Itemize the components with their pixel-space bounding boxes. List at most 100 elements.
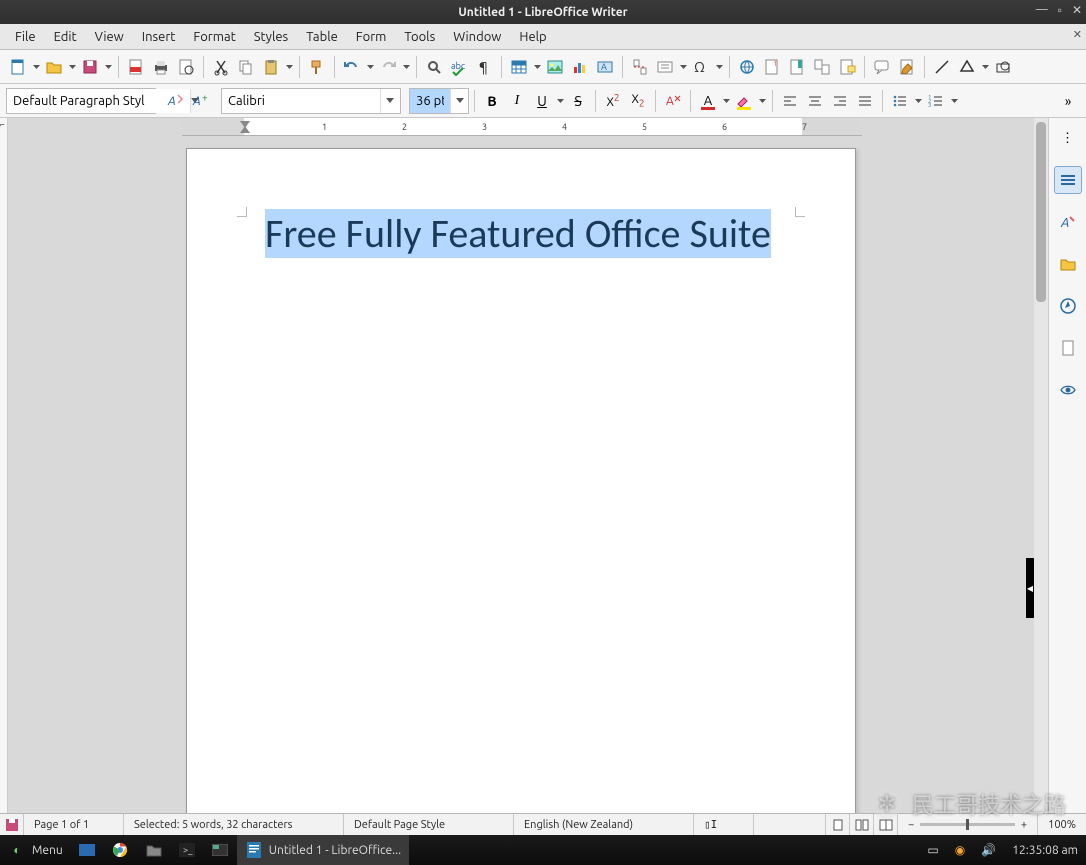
print-button[interactable] xyxy=(149,55,173,79)
underline-button[interactable]: U xyxy=(530,89,554,113)
cut-button[interactable] xyxy=(209,55,233,79)
menu-insert[interactable]: Insert xyxy=(133,27,185,47)
window-close-button[interactable]: ✕ xyxy=(1072,3,1082,17)
menu-view[interactable]: View xyxy=(86,27,133,47)
sidebar-inspector-icon[interactable] xyxy=(1054,376,1082,404)
superscript-button[interactable]: X2 xyxy=(601,89,625,113)
status-page[interactable]: Page 1 of 1 xyxy=(24,814,124,835)
status-view-book-icon[interactable] xyxy=(874,814,898,835)
menu-format[interactable]: Format xyxy=(184,27,244,47)
undo-dropdown[interactable] xyxy=(365,55,375,79)
status-page-style[interactable]: Default Page Style xyxy=(344,814,514,835)
files-button[interactable] xyxy=(137,835,171,865)
footnote-button[interactable]: 1 xyxy=(760,55,784,79)
draw-functions-button[interactable] xyxy=(991,55,1015,79)
highlight-dropdown[interactable] xyxy=(757,89,767,113)
line-tool-button[interactable] xyxy=(930,55,954,79)
underline-dropdown[interactable] xyxy=(555,89,565,113)
menu-tools[interactable]: Tools xyxy=(395,27,444,47)
status-insert-mode[interactable]: ▯I xyxy=(694,814,754,835)
new-button[interactable] xyxy=(6,55,30,79)
status-save-icon[interactable] xyxy=(0,814,24,835)
sidebar-collapse-handle[interactable]: ◀ xyxy=(1026,558,1034,618)
window-minimize-button[interactable]: — xyxy=(1036,3,1048,17)
clear-formatting-button[interactable]: A xyxy=(661,89,685,113)
paragraph-style-combo[interactable] xyxy=(6,88,156,114)
page-break-button[interactable] xyxy=(628,55,652,79)
strikethrough-button[interactable]: S xyxy=(566,89,590,113)
zoom-slider[interactable]: − + xyxy=(898,814,1038,835)
font-name-combo[interactable] xyxy=(221,88,401,114)
bold-button[interactable]: B xyxy=(480,89,504,113)
sidebar-gallery-icon[interactable] xyxy=(1054,250,1082,278)
new-dropdown[interactable] xyxy=(31,55,41,79)
menu-help[interactable]: Help xyxy=(510,27,555,47)
bullet-list-dropdown[interactable] xyxy=(913,89,923,113)
menu-table[interactable]: Table xyxy=(297,27,347,47)
font-size-dropdown[interactable] xyxy=(450,89,468,113)
paragraph-style-input[interactable] xyxy=(7,89,190,113)
numbered-list-dropdown[interactable] xyxy=(949,89,959,113)
formatting-marks-button[interactable]: ¶ xyxy=(472,55,496,79)
save-dropdown[interactable] xyxy=(103,55,113,79)
terminal-button[interactable]: >_ xyxy=(171,835,203,865)
font-color-dropdown[interactable] xyxy=(721,89,731,113)
zoom-value[interactable]: 100% xyxy=(1038,814,1086,835)
redo-dropdown[interactable] xyxy=(401,55,411,79)
menu-file[interactable]: File xyxy=(6,27,45,47)
document-scroll-area[interactable]: Free Fully Featured Office Suite xyxy=(8,136,1034,813)
font-size-combo[interactable] xyxy=(409,88,469,114)
insert-image-button[interactable] xyxy=(543,55,567,79)
paste-dropdown[interactable] xyxy=(284,55,294,79)
export-pdf-button[interactable] xyxy=(124,55,148,79)
redo-button[interactable] xyxy=(376,55,400,79)
align-right-button[interactable] xyxy=(828,89,852,113)
status-view-multi-icon[interactable] xyxy=(850,814,874,835)
window-maximize-button[interactable]: ▫ xyxy=(1058,3,1062,17)
tray-clock[interactable]: 12:35:08 am xyxy=(1004,835,1086,865)
clone-formatting-button[interactable] xyxy=(305,55,329,79)
print-preview-button[interactable] xyxy=(174,55,198,79)
align-justify-button[interactable] xyxy=(853,89,877,113)
sidebar-settings-icon[interactable]: ⋮ xyxy=(1054,124,1082,152)
insert-textbox-button[interactable]: A xyxy=(593,55,617,79)
chrome-button[interactable] xyxy=(103,835,137,865)
track-changes-comment-button[interactable] xyxy=(870,55,894,79)
workspace-switcher[interactable] xyxy=(203,835,237,865)
bullet-list-button[interactable] xyxy=(888,89,912,113)
taskbar-active-window[interactable]: Untitled 1 - LibreOffice... xyxy=(237,835,409,865)
insert-chart-button[interactable] xyxy=(568,55,592,79)
page[interactable]: Free Fully Featured Office Suite xyxy=(186,148,856,813)
status-selection-mode[interactable] xyxy=(754,814,826,835)
sidebar-navigator-icon[interactable] xyxy=(1054,292,1082,320)
hyperlink-button[interactable] xyxy=(735,55,759,79)
sidebar-styles-icon[interactable]: A xyxy=(1054,208,1082,236)
document-close-button[interactable]: ✕ xyxy=(1073,28,1082,41)
sidebar-page-icon[interactable] xyxy=(1054,334,1082,362)
bookmark-button[interactable] xyxy=(785,55,809,79)
paste-button[interactable] xyxy=(259,55,283,79)
tray-display-icon[interactable]: ▭ xyxy=(919,835,946,865)
vertical-scrollbar[interactable] xyxy=(1034,118,1048,813)
italic-button[interactable]: I xyxy=(505,89,529,113)
highlight-button[interactable] xyxy=(732,89,756,113)
insert-table-dropdown[interactable] xyxy=(532,55,542,79)
toolbar-overflow-button[interactable]: » xyxy=(1056,89,1080,113)
cross-reference-button[interactable] xyxy=(810,55,834,79)
font-name-input[interactable] xyxy=(222,89,380,113)
save-button[interactable] xyxy=(78,55,102,79)
tray-updates-icon[interactable]: ◉ xyxy=(947,835,973,865)
font-size-input[interactable] xyxy=(410,89,450,113)
horizontal-ruler[interactable]: 1 2 3 4 5 6 7 xyxy=(182,118,862,136)
start-menu-button[interactable]: ◐ Menu xyxy=(0,835,71,865)
find-replace-button[interactable] xyxy=(422,55,446,79)
insert-special-char-dropdown[interactable] xyxy=(714,55,724,79)
menu-window[interactable]: Window xyxy=(444,27,510,47)
insert-special-char-button[interactable]: Ω xyxy=(689,55,713,79)
spellcheck-button[interactable]: abc xyxy=(447,55,471,79)
new-style-button[interactable]: A+ xyxy=(189,89,213,113)
insert-field-dropdown[interactable] xyxy=(678,55,688,79)
align-left-button[interactable] xyxy=(778,89,802,113)
menu-edit[interactable]: Edit xyxy=(45,27,86,47)
subscript-button[interactable]: X2 xyxy=(626,89,650,113)
